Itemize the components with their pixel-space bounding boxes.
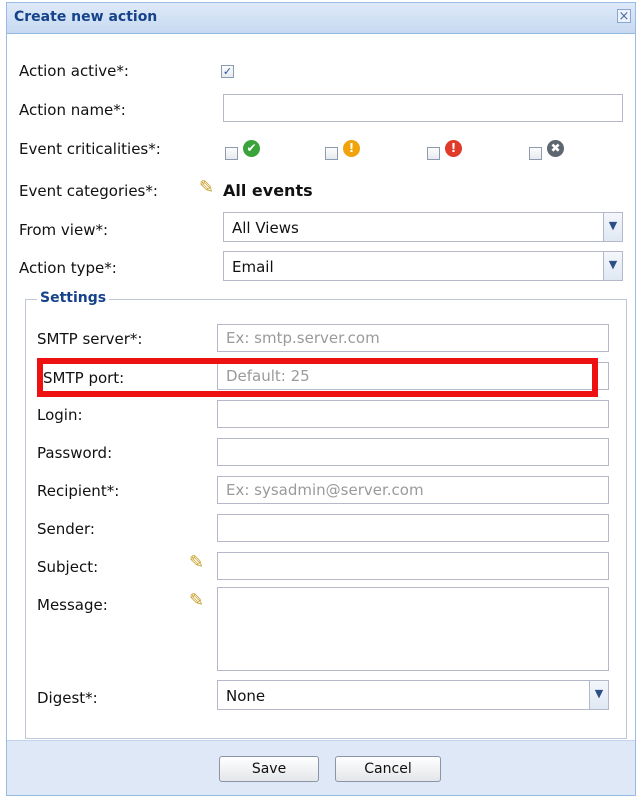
warning-icon: ! [343, 140, 360, 157]
message-label: Message: [37, 596, 108, 614]
action-name-input[interactable] [223, 94, 623, 122]
recipient-label: Recipient*: [37, 482, 120, 500]
subject-label: Subject: [37, 558, 99, 576]
dialog-titlebar: Create new action × [7, 3, 635, 34]
dialog-title: Create new action [14, 9, 158, 25]
pencil-icon[interactable]: ✎ [189, 552, 204, 573]
pencil-icon[interactable]: ✎ [199, 177, 214, 198]
message-textarea[interactable] [217, 587, 609, 671]
sender-input[interactable] [217, 514, 609, 542]
error-icon: ! [445, 140, 462, 157]
digest-label: Digest*: [37, 689, 98, 707]
password-label: Password: [37, 444, 113, 462]
action-type-label: Action type*: [19, 259, 117, 277]
criticality-ok-checkbox[interactable] [225, 147, 238, 160]
recipient-input[interactable]: Ex: sysadmin@server.com [217, 476, 609, 504]
dialog-footer: Save Cancel [7, 740, 635, 795]
chevron-down-icon[interactable]: ▼ [603, 213, 622, 241]
criticality-warning-checkbox[interactable] [325, 147, 338, 160]
event-categories-value: All events [223, 181, 313, 200]
chevron-down-icon[interactable]: ▼ [589, 681, 608, 709]
action-type-select[interactable]: Email ▼ [223, 251, 623, 281]
subject-input[interactable] [217, 552, 609, 580]
action-name-label: Action name*: [19, 101, 126, 119]
criticality-disabled-checkbox[interactable] [529, 147, 542, 160]
digest-select[interactable]: None ▼ [217, 680, 609, 710]
event-categories-label: Event categories*: [19, 182, 158, 200]
login-label: Login: [37, 406, 83, 424]
smtp-port-highlight [37, 358, 598, 397]
action-active-label: Action active*: [19, 62, 129, 80]
criticality-error-checkbox[interactable] [427, 147, 440, 160]
event-criticalities-label: Event criticalities*: [19, 140, 161, 158]
action-active-checkbox[interactable]: ✓ [221, 65, 234, 78]
password-input[interactable] [217, 438, 609, 466]
settings-legend: Settings [37, 290, 110, 306]
from-view-select[interactable]: All Views ▼ [223, 212, 623, 242]
smtp-server-label: SMTP server*: [37, 330, 143, 348]
disabled-icon: ✖ [547, 140, 564, 157]
dialog-body: Action active*: ✓ Action name*: Event cr… [7, 34, 635, 744]
create-action-dialog: Create new action × Action active*: ✓ Ac… [6, 2, 636, 796]
chevron-down-icon[interactable]: ▼ [603, 252, 622, 280]
from-view-label: From view*: [19, 221, 109, 239]
from-view-value: All Views [232, 219, 299, 237]
action-type-value: Email [232, 258, 274, 276]
login-input[interactable] [217, 400, 609, 428]
sender-label: Sender: [37, 520, 95, 538]
ok-icon: ✔ [243, 140, 260, 157]
pencil-icon[interactable]: ✎ [189, 590, 204, 611]
cancel-button[interactable]: Cancel [335, 756, 441, 782]
save-button[interactable]: Save [219, 756, 319, 782]
digest-value: None [226, 687, 266, 705]
smtp-server-input[interactable]: Ex: smtp.server.com [217, 324, 609, 352]
close-icon[interactable]: × [617, 9, 631, 23]
